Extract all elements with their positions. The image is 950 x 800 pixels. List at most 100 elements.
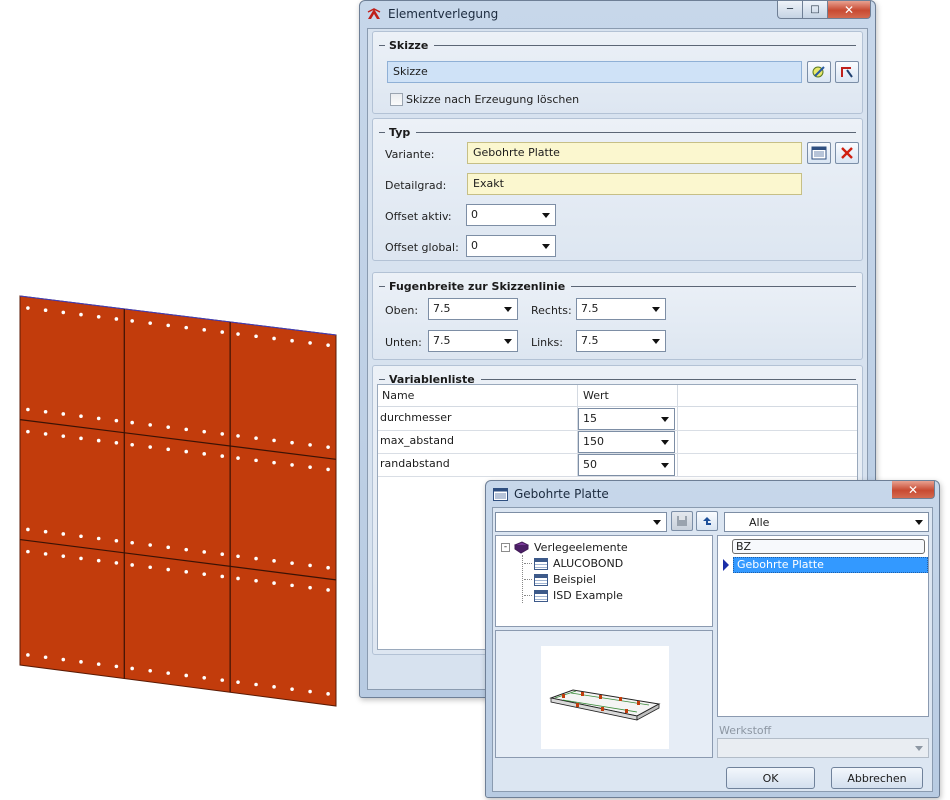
fugenbreite-group-title: Fugenbreite zur Skizzenlinie bbox=[389, 279, 566, 293]
variable-value-dropdown[interactable]: 15 bbox=[578, 408, 675, 430]
typ-group: Typ Variante: Gebohrte Platte Detailgrad… bbox=[372, 118, 863, 261]
selection-arrow-icon bbox=[723, 559, 729, 571]
variante-clear-button[interactable] bbox=[835, 142, 859, 164]
tree-root-verlegeelemente[interactable]: - Verlegeelemente bbox=[501, 541, 628, 554]
chevron-down-icon bbox=[915, 520, 923, 525]
unten-value: 7.5 bbox=[433, 334, 451, 347]
oben-label: Oben: bbox=[385, 304, 419, 317]
oben-dropdown[interactable]: 7.5 bbox=[428, 298, 518, 320]
variante-browse-button[interactable] bbox=[807, 142, 831, 164]
variante-label: Variante: bbox=[385, 148, 435, 161]
parent-folder-button[interactable] bbox=[696, 511, 718, 531]
drill-hole bbox=[61, 434, 66, 438]
drill-hole bbox=[26, 549, 30, 554]
drill-hole bbox=[290, 561, 294, 565]
chevron-down-icon bbox=[653, 520, 661, 525]
drill-hole bbox=[254, 682, 258, 687]
tree-item-beispiel[interactable]: Beispiel bbox=[524, 573, 596, 586]
tree-item-label: ALUCOBOND bbox=[553, 557, 624, 570]
drill-hole bbox=[79, 660, 83, 664]
cancel-button[interactable]: Abbrechen bbox=[831, 767, 923, 789]
drill-hole bbox=[326, 445, 330, 449]
list-item-label: Gebohrte Platte bbox=[737, 558, 824, 571]
drill-hole bbox=[308, 563, 312, 568]
drill-hole bbox=[220, 552, 225, 557]
drill-hole bbox=[96, 558, 101, 563]
list-item-selected[interactable]: Gebohrte Platte bbox=[733, 557, 928, 573]
rechts-dropdown[interactable]: 7.5 bbox=[576, 298, 666, 320]
drill-hole bbox=[272, 685, 276, 689]
drill-hole bbox=[79, 312, 83, 317]
tree-item-label: ISD Example bbox=[553, 589, 623, 602]
close-button[interactable]: ✕ bbox=[892, 481, 935, 499]
detailgrad-field[interactable]: Exakt bbox=[467, 173, 802, 195]
title-bar: Elementverlegung ─ □ ✕ bbox=[360, 1, 875, 27]
window-title: Elementverlegung bbox=[388, 7, 499, 21]
close-button[interactable]: ✕ bbox=[828, 1, 871, 19]
variable-value-dropdown[interactable]: 150 bbox=[578, 431, 675, 453]
skizze-edit-button[interactable] bbox=[807, 61, 831, 83]
tree-item-isd-example[interactable]: ISD Example bbox=[524, 589, 623, 602]
drill-hole bbox=[96, 438, 101, 443]
list-item[interactable]: Gebohrte Platte bbox=[721, 557, 928, 573]
drill-hole bbox=[114, 664, 119, 669]
drill-hole bbox=[254, 556, 258, 561]
table-row[interactable]: durchmesser 15 bbox=[378, 408, 857, 431]
element-list: BZ Gebohrte Platte bbox=[717, 535, 929, 717]
links-dropdown[interactable]: 7.5 bbox=[576, 330, 666, 352]
drill-hole bbox=[26, 306, 30, 310]
drill-hole bbox=[96, 536, 101, 541]
ok-label: OK bbox=[762, 771, 779, 785]
skizze-delete-checkbox[interactable] bbox=[390, 93, 403, 106]
title-bar: Gebohrte Platte ✕ bbox=[486, 481, 939, 507]
variable-value-dropdown[interactable]: 50 bbox=[578, 454, 675, 476]
unten-dropdown[interactable]: 7.5 bbox=[428, 330, 518, 352]
drill-hole bbox=[290, 583, 294, 588]
maximize-button[interactable]: □ bbox=[803, 1, 828, 19]
skizze-select-button[interactable] bbox=[835, 61, 859, 83]
book-icon bbox=[514, 541, 529, 554]
drill-hole bbox=[114, 561, 119, 565]
drill-hole bbox=[326, 565, 330, 570]
drill-hole bbox=[148, 445, 152, 449]
list-header-label: BZ bbox=[736, 540, 752, 553]
table-row[interactable]: randabstand 50 bbox=[378, 454, 857, 477]
drill-hole bbox=[254, 436, 258, 440]
drill-hole bbox=[184, 547, 189, 552]
collapse-icon[interactable]: - bbox=[501, 543, 510, 552]
drill-hole bbox=[114, 317, 119, 321]
drill-hole bbox=[130, 319, 134, 323]
drill-hole bbox=[114, 441, 119, 445]
oben-value: 7.5 bbox=[433, 302, 451, 315]
drill-hole bbox=[96, 416, 101, 421]
tree-item-label: Beispiel bbox=[553, 573, 596, 586]
offset-global-dropdown[interactable]: 0 bbox=[466, 235, 556, 257]
drill-hole bbox=[326, 343, 330, 347]
path-dropdown[interactable] bbox=[495, 512, 667, 532]
ok-button[interactable]: OK bbox=[726, 767, 815, 789]
drill-hole bbox=[166, 545, 171, 550]
skizze-field[interactable]: Skizze bbox=[387, 61, 802, 83]
drill-hole bbox=[166, 425, 171, 429]
filter-value: Alle bbox=[749, 516, 770, 529]
table-row[interactable]: max_abstand 150 bbox=[378, 431, 857, 454]
drill-hole bbox=[308, 465, 312, 469]
werkstoff-dropdown[interactable] bbox=[717, 738, 929, 758]
minimize-button[interactable]: ─ bbox=[777, 1, 803, 19]
table-header: Name Wert bbox=[378, 385, 857, 407]
chevron-down-icon bbox=[504, 339, 512, 344]
facade-panel-model bbox=[19, 295, 337, 707]
drill-hole bbox=[166, 671, 171, 675]
offset-aktiv-dropdown[interactable]: 0 bbox=[466, 204, 556, 226]
drill-hole bbox=[148, 423, 152, 427]
variante-field[interactable]: Gebohrte Platte bbox=[467, 142, 802, 164]
tree-root-label: Verlegeelemente bbox=[534, 541, 628, 554]
drill-hole bbox=[184, 427, 189, 432]
drill-hole bbox=[308, 443, 312, 447]
column-header-wert: Wert bbox=[583, 389, 609, 402]
drill-hole bbox=[61, 310, 66, 315]
save-button[interactable] bbox=[671, 511, 693, 531]
drill-hole bbox=[202, 550, 207, 554]
tree-item-alucobond[interactable]: ALUCOBOND bbox=[524, 557, 623, 570]
filter-dropdown[interactable]: Alle bbox=[724, 512, 929, 532]
